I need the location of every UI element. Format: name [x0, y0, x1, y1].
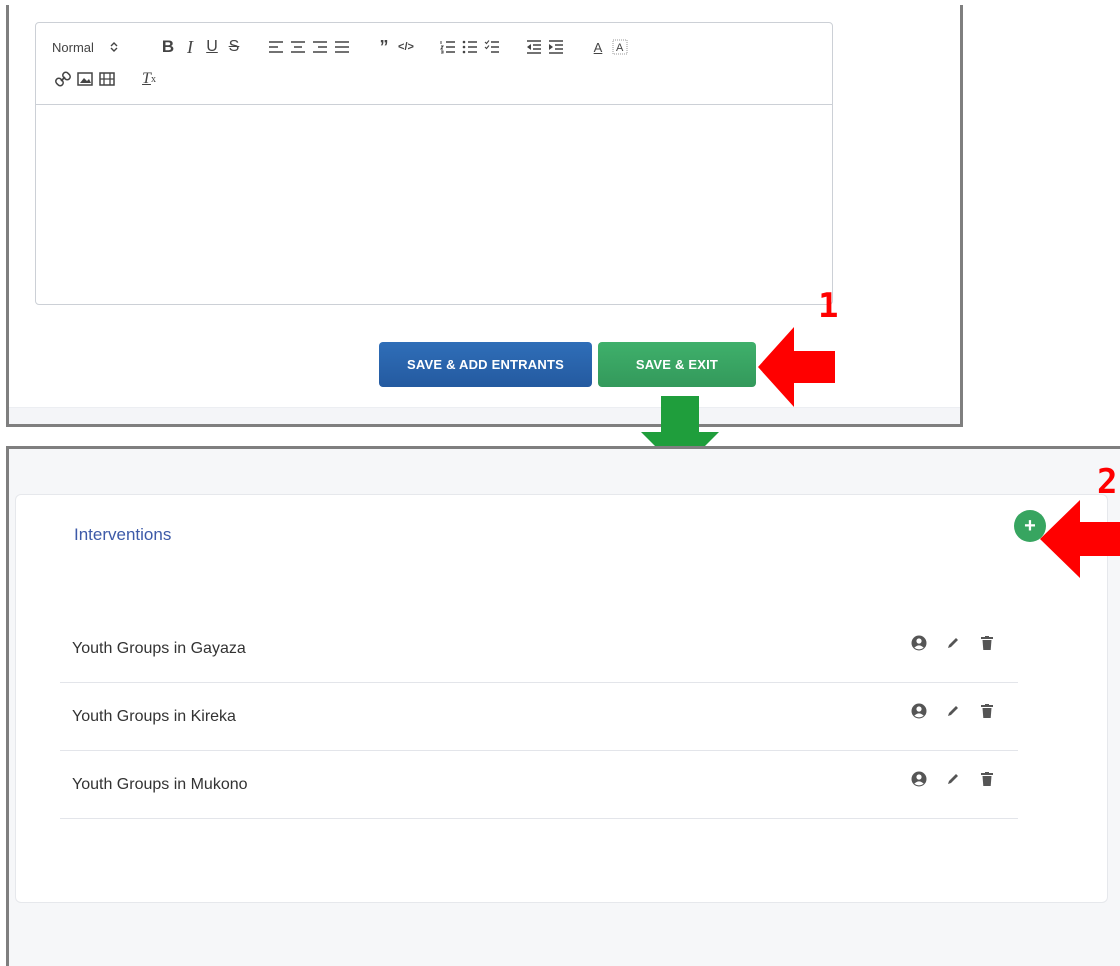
- save-add-entrants-button[interactable]: SAVE & ADD ENTRANTS: [379, 342, 592, 387]
- align-center-icon[interactable]: [287, 36, 309, 58]
- blockquote-icon[interactable]: ”: [373, 36, 395, 58]
- editor-toolbar: Normal B I U S ” </> A A T x: [36, 23, 832, 105]
- svg-text:A: A: [616, 42, 624, 54]
- link-icon[interactable]: [52, 68, 74, 90]
- italic-icon[interactable]: I: [179, 36, 201, 58]
- pencil-icon[interactable]: [936, 633, 970, 653]
- trash-icon[interactable]: [970, 633, 1004, 653]
- align-left-icon[interactable]: [265, 36, 287, 58]
- rich-text-editor: Normal B I U S ” </> A A T x: [35, 22, 833, 305]
- red-arrow-annotation-2: [1040, 500, 1120, 578]
- checklist-icon[interactable]: [481, 36, 503, 58]
- bullet-list-icon[interactable]: [459, 36, 481, 58]
- interventions-card: Interventions + Youth Groups in Gayaza Y…: [15, 494, 1108, 903]
- image-icon[interactable]: [74, 68, 96, 90]
- intervention-label: Youth Groups in Kireka: [72, 708, 236, 725]
- pencil-icon[interactable]: [936, 701, 970, 721]
- interventions-list: Youth Groups in Gayaza Youth Groups in K…: [60, 615, 1018, 819]
- underline-icon[interactable]: U: [201, 36, 223, 58]
- text-color-icon[interactable]: A: [587, 36, 609, 58]
- outdent-icon[interactable]: [523, 36, 545, 58]
- save-exit-button[interactable]: SAVE & EXIT: [598, 342, 756, 387]
- format-select-value: Normal: [52, 39, 94, 55]
- clear-formatting-icon[interactable]: Tx: [138, 68, 160, 90]
- intervention-label: Youth Groups in Mukono: [72, 776, 248, 793]
- trash-icon[interactable]: [970, 769, 1004, 789]
- pencil-icon[interactable]: [936, 769, 970, 789]
- ordered-list-icon[interactable]: [437, 36, 459, 58]
- bold-icon[interactable]: B: [157, 36, 179, 58]
- panel-footer-strip: [9, 407, 960, 424]
- list-item: Youth Groups in Mukono: [60, 751, 1018, 819]
- step-number-1: 1: [818, 286, 839, 326]
- user-circle-icon[interactable]: [902, 769, 936, 789]
- interventions-title: Interventions: [74, 525, 172, 544]
- select-caret-icon: [110, 42, 118, 52]
- editor-content-area[interactable]: [36, 105, 832, 304]
- video-icon[interactable]: [96, 68, 118, 90]
- bottom-screenshot-panel: Interventions + Youth Groups in Gayaza Y…: [6, 446, 1120, 966]
- list-item: Youth Groups in Gayaza: [60, 615, 1018, 683]
- trash-icon[interactable]: [970, 701, 1004, 721]
- red-arrow-annotation-1: [758, 327, 835, 407]
- format-select[interactable]: Normal: [52, 40, 157, 55]
- background-color-icon[interactable]: A: [609, 36, 631, 58]
- align-justify-icon[interactable]: [331, 36, 353, 58]
- step-number-2: 2: [1097, 462, 1118, 502]
- indent-icon[interactable]: [545, 36, 567, 58]
- strikethrough-icon[interactable]: S: [223, 36, 245, 58]
- align-right-icon[interactable]: [309, 36, 331, 58]
- intervention-label: Youth Groups in Gayaza: [72, 640, 246, 657]
- list-item: Youth Groups in Kireka: [60, 683, 1018, 751]
- user-circle-icon[interactable]: [902, 701, 936, 721]
- code-icon[interactable]: </>: [395, 36, 417, 58]
- user-circle-icon[interactable]: [902, 633, 936, 653]
